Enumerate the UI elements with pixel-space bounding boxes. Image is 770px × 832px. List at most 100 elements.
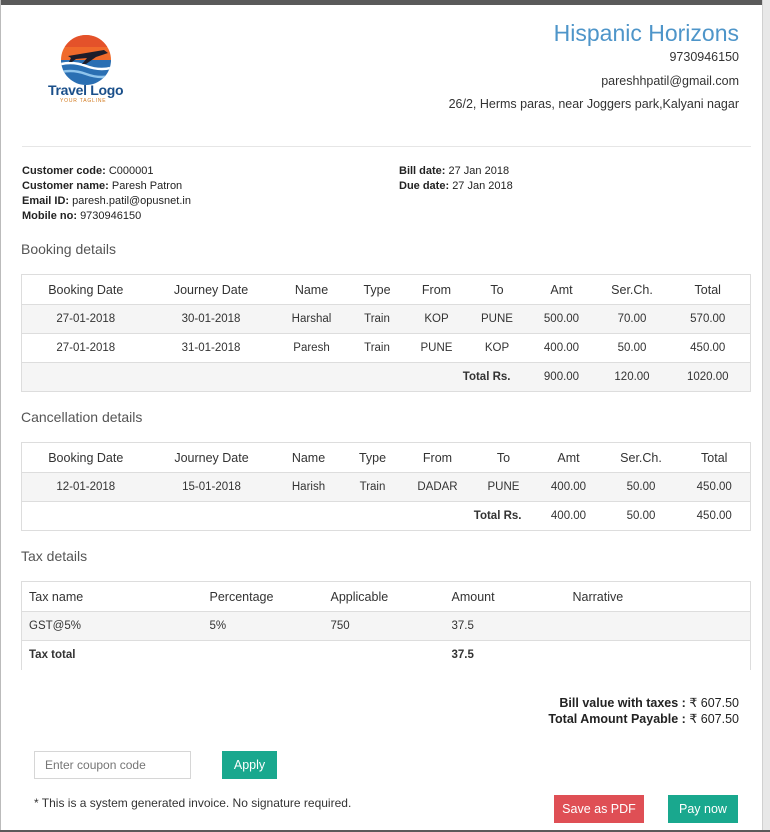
col-to: To [473, 442, 534, 473]
total-value: 1020.00 [665, 362, 751, 392]
company-name: Hispanic Horizons [553, 20, 739, 46]
total-service-charge: 50.00 [603, 501, 679, 531]
table-cell: 570.00 [665, 304, 751, 334]
col-name: Name [273, 442, 344, 473]
table-cell: KOP [403, 304, 470, 334]
table-row: 12-01-2018 15-01-2018 Harish Train DADAR… [21, 472, 751, 502]
table-cell: DADAR [401, 472, 474, 502]
bill-value-label: Bill value with taxes : [559, 696, 686, 710]
customer-mobile-value: 9730946150 [80, 210, 142, 222]
logo-text: Travel Logo [48, 82, 124, 98]
due-date-value: 27 Jan 2018 [452, 180, 513, 192]
coupon-code-input[interactable] [34, 751, 191, 779]
table-cell: 12-01-2018 [21, 472, 150, 502]
cancellation-total-row: Total Rs. 400.00 50.00 450.00 [21, 501, 751, 531]
col-percentage: Percentage [202, 581, 324, 612]
total-amt: 900.00 [524, 362, 599, 392]
customer-mobile-label: Mobile no: [22, 210, 77, 222]
total-label: Total Rs. [21, 362, 525, 392]
col-booking-date: Booking Date [21, 442, 150, 473]
booking-total-row: Total Rs. 900.00 120.00 1020.00 [21, 362, 751, 392]
table-cell: 500.00 [524, 304, 599, 334]
table-cell: 400.00 [533, 472, 604, 502]
table-cell [565, 640, 751, 670]
cancellation-table: Booking Date Journey Date Name Type From… [21, 442, 751, 531]
col-type: Type [343, 442, 402, 473]
customer-email-value: paresh.patil@opusnet.in [72, 195, 191, 207]
col-applicable: Applicable [323, 581, 445, 612]
col-booking-date: Booking Date [21, 274, 150, 305]
table-cell [202, 640, 324, 670]
payable-amount: ₹ 607.50 [689, 712, 739, 726]
customer-name-label: Customer name: [22, 180, 109, 192]
table-cell: 750 [323, 611, 445, 641]
table-row: 27-01-2018 31-01-2018 Paresh Train PUNE … [21, 333, 751, 363]
total-amt: 400.00 [533, 501, 604, 531]
company-email: pareshhpatil@gmail.com [601, 74, 739, 88]
col-amt: Amt [524, 274, 599, 305]
apply-coupon-button[interactable]: Apply [222, 751, 277, 779]
tax-section-title: Tax details [21, 548, 88, 564]
table-cell: Paresh [272, 333, 351, 363]
total-service-charge: 120.00 [598, 362, 666, 392]
table-cell: Train [343, 472, 402, 502]
payable-label: Total Amount Payable : [548, 712, 686, 726]
header-divider [22, 146, 751, 147]
customer-email-label: Email ID: [22, 195, 70, 207]
customer-code-value: C000001 [108, 165, 154, 177]
due-date-label: Due date: [399, 180, 450, 192]
bill-info: Bill date: 27 Jan 2018 Due date: 27 Jan … [399, 164, 513, 194]
table-cell [565, 611, 751, 641]
col-from: From [403, 274, 470, 305]
window-left-border [0, 0, 1, 832]
tax-total-label: Tax total [21, 640, 203, 670]
table-cell [323, 640, 445, 670]
table-cell: PUNE [403, 333, 470, 363]
table-cell: 450.00 [665, 333, 751, 363]
table-row: 27-01-2018 30-01-2018 Harshal Train KOP … [21, 304, 751, 334]
booking-header-row: Booking Date Journey Date Name Type From… [21, 274, 751, 305]
customer-code-label: Customer code: [22, 165, 106, 177]
col-total: Total [678, 442, 751, 473]
table-cell: 70.00 [598, 304, 666, 334]
tax-table: Tax name Percentage Applicable Amount Na… [21, 581, 751, 670]
total-value: 450.00 [678, 501, 751, 531]
table-cell: KOP [469, 333, 525, 363]
col-tax-name: Tax name [21, 581, 203, 612]
table-cell: Train [350, 304, 404, 334]
table-cell: Harshal [272, 304, 351, 334]
payable-line: Total Amount Payable : ₹ 607.50 [548, 711, 739, 726]
col-to: To [469, 274, 525, 305]
booking-section-title: Booking details [21, 241, 116, 257]
table-cell: 450.00 [678, 472, 751, 502]
cancellation-section-title: Cancellation details [21, 409, 143, 425]
col-from: From [401, 442, 474, 473]
col-narrative: Narrative [565, 581, 751, 612]
table-cell: Train [350, 333, 404, 363]
col-service-charge: Ser.Ch. [598, 274, 666, 305]
tax-header-row: Tax name Percentage Applicable Amount Na… [21, 581, 751, 612]
table-cell: 37.5 [444, 611, 566, 641]
tax-total-amount: 37.5 [444, 640, 566, 670]
company-phone: 9730946150 [669, 50, 739, 64]
table-cell: 400.00 [524, 333, 599, 363]
table-row: GST@5% 5% 750 37.5 [21, 611, 751, 641]
table-cell: 50.00 [598, 333, 666, 363]
save-as-pdf-button[interactable]: Save as PDF [554, 795, 644, 823]
table-cell: 50.00 [603, 472, 679, 502]
scrollbar-track[interactable] [762, 0, 770, 832]
customer-name-value: Paresh Patron [111, 180, 183, 192]
bill-value-line: Bill value with taxes : ₹ 607.50 [559, 695, 739, 710]
table-cell: PUNE [473, 472, 534, 502]
table-cell: 30-01-2018 [149, 304, 273, 334]
col-service-charge: Ser.Ch. [603, 442, 679, 473]
pay-now-button[interactable]: Pay now [668, 795, 738, 823]
total-label: Total Rs. [21, 501, 534, 531]
window-top-border [0, 0, 770, 5]
table-cell: 27-01-2018 [21, 333, 150, 363]
logo-tagline: YOUR TAGLINE [60, 98, 107, 104]
table-cell: 27-01-2018 [21, 304, 150, 334]
tax-total-row: Tax total 37.5 [21, 640, 751, 670]
booking-table: Booking Date Journey Date Name Type From… [21, 274, 751, 392]
col-journey-date: Journey Date [149, 442, 274, 473]
